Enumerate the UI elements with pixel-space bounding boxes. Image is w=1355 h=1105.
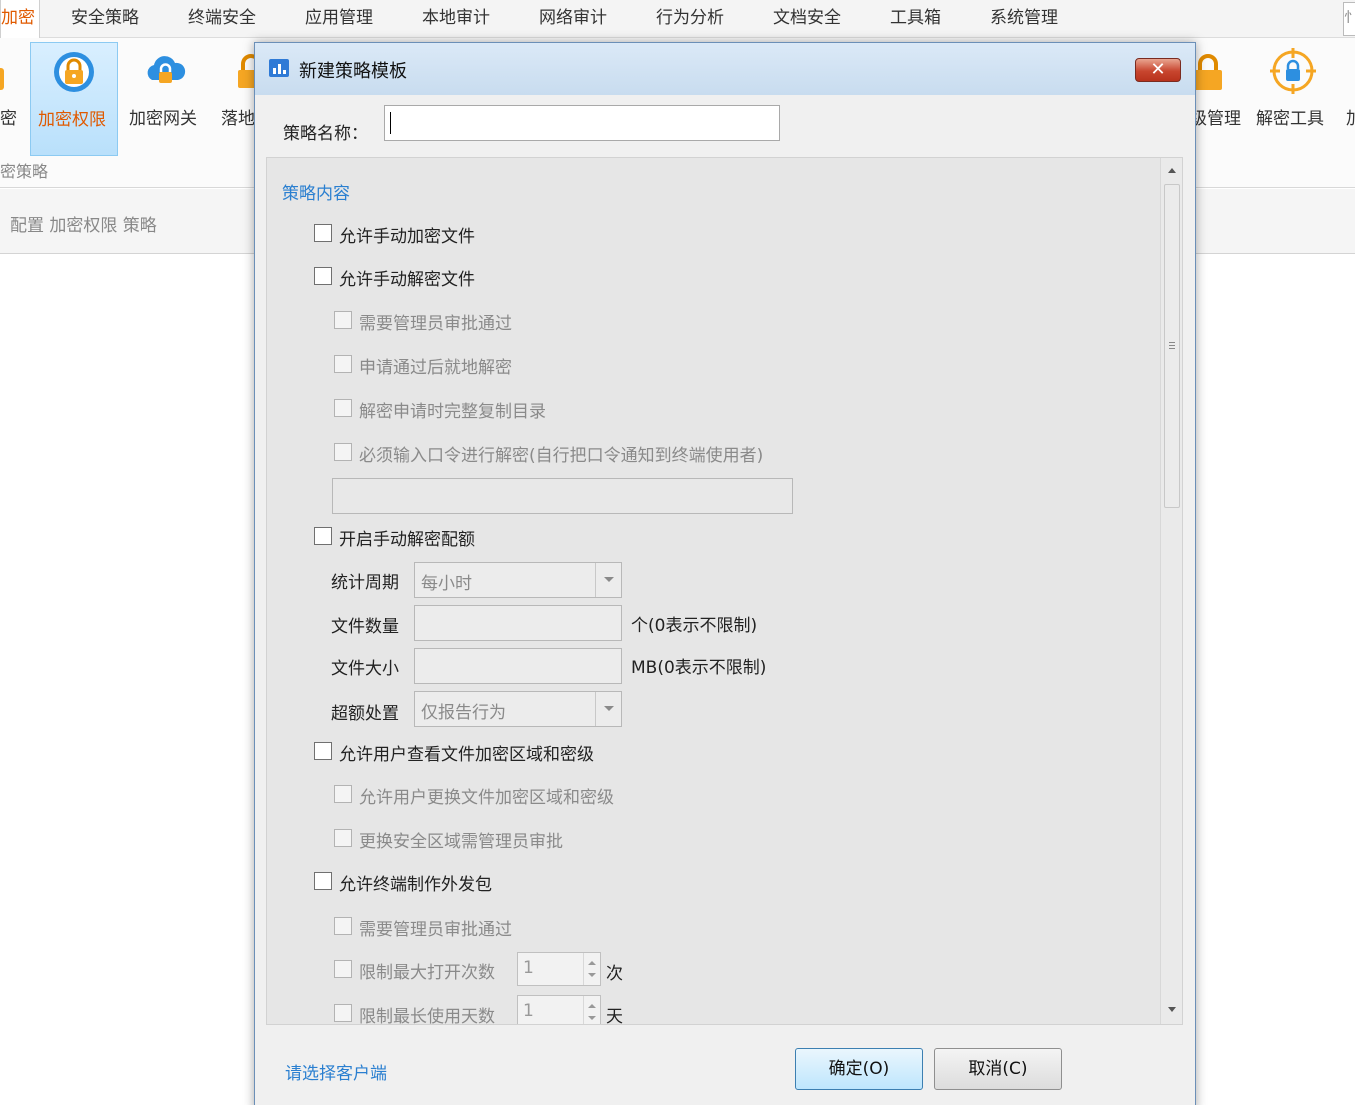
checkbox-box[interactable]: [314, 742, 332, 760]
spin-down-icon[interactable]: [588, 1016, 596, 1020]
cloud-lock-icon: [142, 48, 188, 94]
max-opens-stepper[interactable]: 1: [517, 952, 601, 986]
policy-name-input[interactable]: [384, 105, 780, 141]
checkbox-box[interactable]: [314, 872, 332, 890]
ok-button[interactable]: 确定(O): [795, 1048, 923, 1090]
dialog-title: 新建策略模板: [299, 61, 407, 82]
target-lock-icon: [1270, 48, 1316, 94]
file-count-label: 文件数量: [331, 617, 399, 637]
dialog-title-bar[interactable]: 新建策略模板 ✕: [255, 43, 1195, 95]
ribbon-button-encrypt-permission[interactable]: 加密权限: [30, 42, 118, 156]
file-size-label: 文件大小: [331, 659, 399, 679]
checkbox-box[interactable]: [334, 1004, 352, 1022]
overquota-action-select[interactable]: 仅报告行为: [414, 691, 622, 727]
menu-item-system-management[interactable]: 系统管理: [990, 0, 1058, 38]
menu-item-security-policy[interactable]: 安全策略: [71, 0, 139, 38]
text-caret: [390, 112, 391, 134]
checkbox-box[interactable]: [334, 785, 352, 803]
menu-item-local-audit[interactable]: 本地审计: [422, 0, 490, 38]
menu-item-toolbox[interactable]: 工具箱: [890, 0, 941, 38]
spin-up-icon[interactable]: [588, 1004, 596, 1008]
menu-item-app-management[interactable]: 应用管理: [305, 0, 373, 38]
lock-gear-icon: [51, 49, 97, 95]
chevron-down-icon[interactable]: [595, 563, 621, 597]
breadcrumb-text: 配置 加密权限 策略: [10, 216, 157, 236]
scroll-down-arrow-icon[interactable]: [1168, 1007, 1176, 1012]
max-days-stepper[interactable]: 1: [517, 995, 601, 1024]
ribbon-button-encrypt-gateway[interactable]: 加密网关: [122, 42, 210, 156]
top-menu-bar: 加密 安全策略 终端安全 应用管理 本地审计 网络审计 行为分析 文档安全 工具…: [0, 0, 1355, 38]
ribbon-button-decrypt-tool[interactable]: 解密工具: [1250, 42, 1338, 156]
scroll-up-arrow-icon[interactable]: [1168, 168, 1176, 173]
decrypt-password-field[interactable]: [332, 478, 793, 514]
checkbox-box[interactable]: [334, 355, 352, 373]
lock-icon: [1190, 48, 1236, 94]
ribbon-button-partial-left[interactable]: 密: [0, 42, 26, 156]
spin-down-icon[interactable]: [588, 973, 596, 977]
ribbon-group-label: 密策略: [0, 162, 49, 181]
close-button[interactable]: ✕: [1135, 58, 1181, 82]
file-count-hint: 个(0表示不限制): [631, 616, 758, 636]
search-box-edge[interactable]: 忄: [1343, 2, 1355, 36]
close-icon: ✕: [1150, 59, 1166, 80]
policy-content-panel: 策略内容 允许手动加密文件 允许手动解密文件 需要管理员审批通过 申请通过后就地…: [266, 157, 1183, 1025]
period-select[interactable]: 每小时: [414, 562, 622, 598]
policy-name-label: 策略名称：: [283, 124, 368, 144]
menu-item-endpoint-security[interactable]: 终端安全: [188, 0, 256, 38]
checkbox-box[interactable]: [334, 829, 352, 847]
file-size-hint: MB(0表示不限制): [631, 658, 767, 678]
grip-icon: [1169, 342, 1175, 349]
checkbox-box[interactable]: [314, 527, 332, 545]
max-days-unit: 天: [606, 1007, 623, 1025]
ribbon-button-landing[interactable]: 落地: [214, 42, 264, 156]
spin-up-icon[interactable]: [588, 961, 596, 965]
lock-icon: [0, 48, 12, 94]
new-policy-template-dialog: 新建策略模板 ✕ 策略名称： 策略内容 允许手动加密文件 允许手动解密文件 需要…: [254, 42, 1196, 1105]
select-client-link[interactable]: 请选择客户端: [285, 1059, 387, 1084]
cancel-button[interactable]: 取消(C): [934, 1048, 1062, 1090]
scrollbar-thumb[interactable]: [1164, 184, 1180, 508]
checkbox-box[interactable]: [334, 311, 352, 329]
chevron-down-icon[interactable]: [595, 692, 621, 726]
ribbon-button-partial-right[interactable]: 加: [1340, 42, 1355, 156]
file-count-input[interactable]: [414, 605, 622, 641]
overquota-action-label: 超额处置: [331, 704, 399, 724]
checkbox-box[interactable]: [314, 224, 332, 242]
section-title: 策略内容: [282, 184, 350, 204]
menu-item-behavior-analysis[interactable]: 行为分析: [656, 0, 724, 38]
checkbox-box[interactable]: [314, 267, 332, 285]
checkbox-box[interactable]: [334, 399, 352, 417]
checkbox-box[interactable]: [334, 917, 352, 935]
period-label: 统计周期: [331, 573, 399, 593]
file-size-input[interactable]: [414, 648, 622, 684]
menu-item-doc-security[interactable]: 文档安全: [773, 0, 841, 38]
checkbox-box[interactable]: [334, 960, 352, 978]
checkbox-box[interactable]: [334, 443, 352, 461]
vertical-scrollbar[interactable]: [1160, 158, 1182, 1024]
chart-app-icon: [269, 59, 289, 77]
menu-item-encrypt[interactable]: 加密: [0, 0, 40, 38]
ribbon-button-level-management[interactable]: 级管理: [1190, 42, 1250, 156]
max-opens-unit: 次: [606, 964, 623, 984]
menu-item-network-audit[interactable]: 网络审计: [539, 0, 607, 38]
